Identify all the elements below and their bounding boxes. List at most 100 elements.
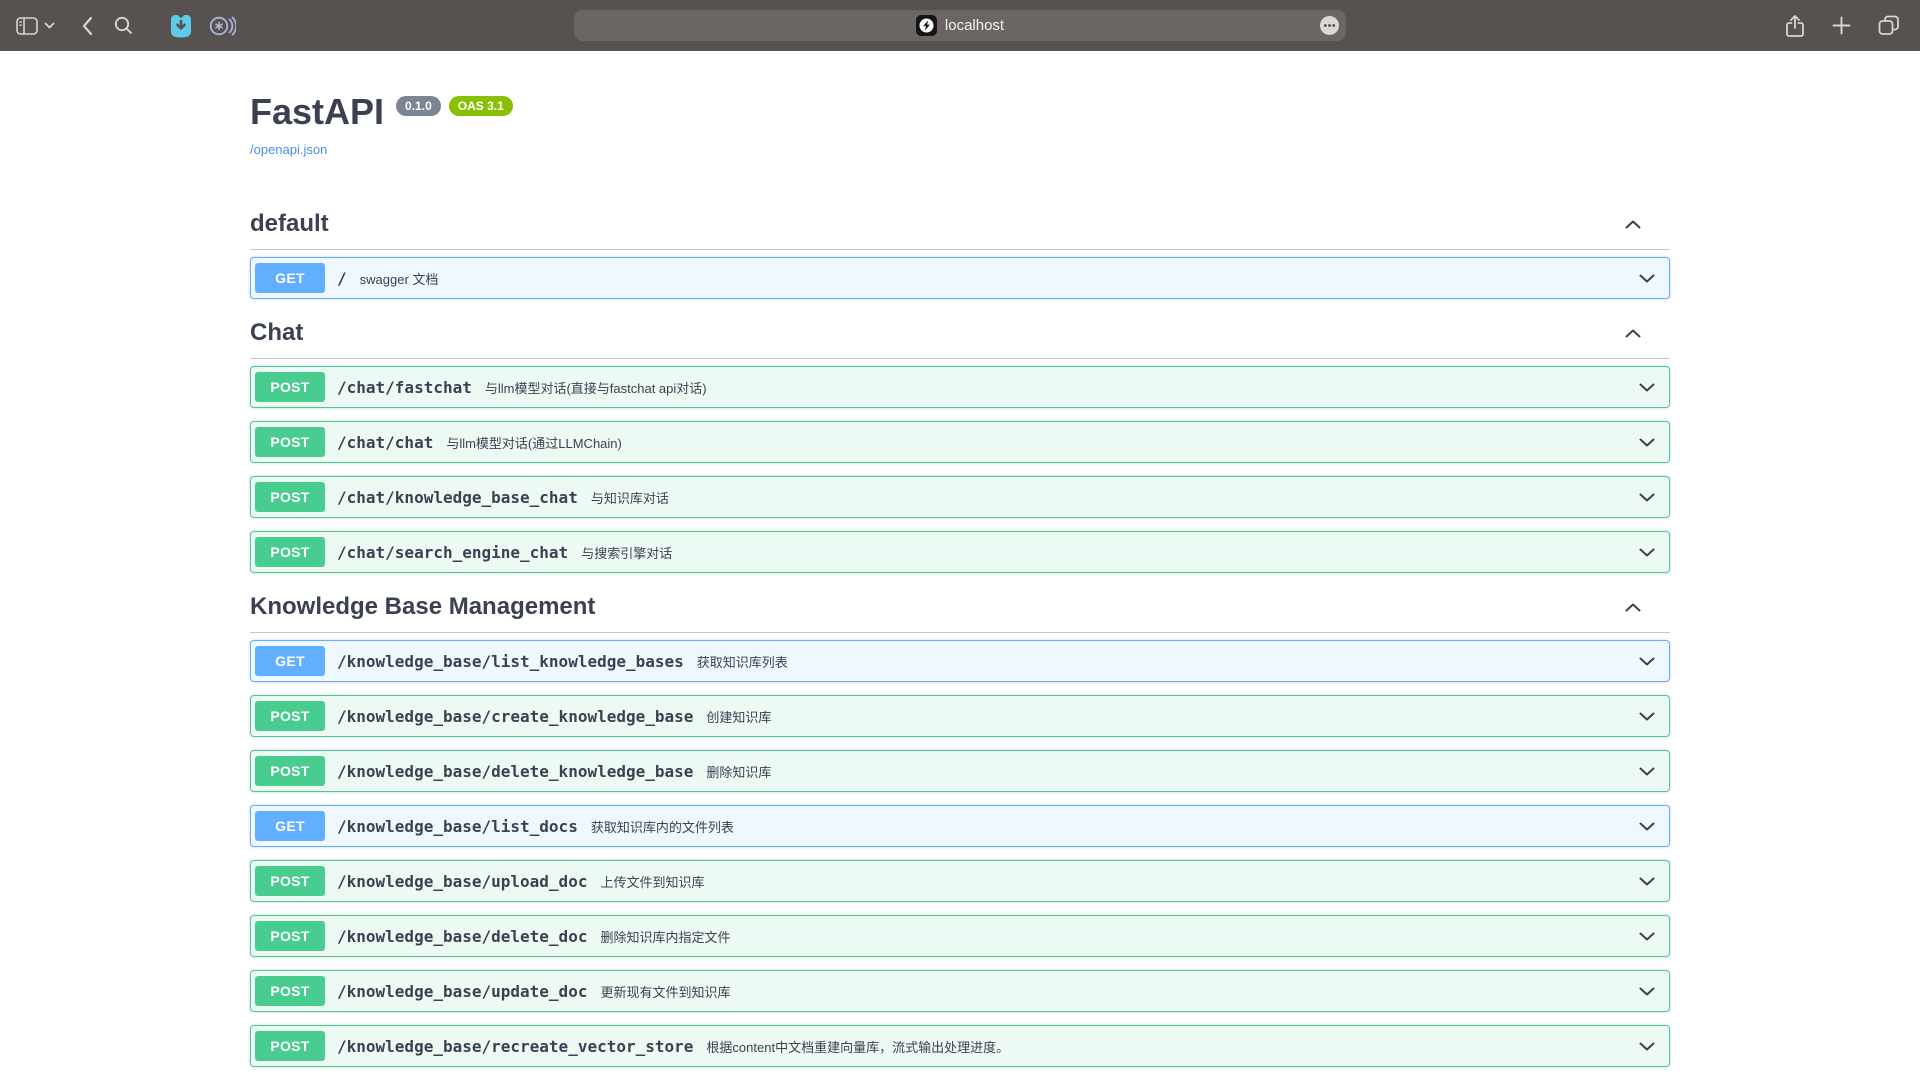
section-header-knowledge-base-management[interactable]: Knowledge Base Management [250,586,1670,633]
site-favicon [916,15,937,36]
chevron-down-icon [1639,987,1655,996]
url-text: localhost [945,17,1004,34]
chevron-down-icon [1639,493,1655,502]
page-title: FastAPI 0.1.0 OAS 3.1 [250,91,1670,133]
new-tab-button[interactable] [1828,12,1855,39]
chevron-up-icon [1625,329,1641,338]
share-button[interactable] [1781,10,1809,42]
api-section: default GET / swagger 文档 [250,203,1670,299]
endpoint-row[interactable]: GET /knowledge_base/list_docs 获取知识库内的文件列… [250,805,1670,847]
endpoint-summary: 与llm模型对话(直接与fastchat api对话) [485,378,707,397]
method-badge: POST [255,537,325,567]
search-icon [114,16,133,35]
address-bar[interactable]: localhost [574,10,1346,41]
endpoint-path: /knowledge_base/delete_knowledge_base [337,762,693,781]
toolbar-right-group [1781,0,1904,51]
method-badge: POST [255,427,325,457]
endpoint-summary: 删除知识库内指定文件 [600,927,730,946]
method-badge: POST [255,482,325,512]
api-title-text: FastAPI [250,91,384,133]
section-endpoints: GET /knowledge_base/list_knowledge_bases… [250,633,1670,1067]
sidebar-toggle-icon [16,17,38,35]
section-header-chat[interactable]: Chat [250,312,1670,359]
endpoint-summary: 与搜索引擎对话 [581,543,672,562]
endpoint-row[interactable]: POST /chat/chat 与llm模型对话(通过LLMChain) [250,421,1670,463]
endpoint-path: /knowledge_base/list_knowledge_bases [337,652,684,671]
endpoint-path: /knowledge_base/recreate_vector_store [337,1037,693,1056]
section-endpoints: GET / swagger 文档 [250,250,1670,299]
oas-badge: OAS 3.1 [449,96,513,116]
tab-overview-icon [1878,15,1900,36]
endpoint-summary: 创建知识库 [706,707,771,726]
search-button[interactable] [110,12,137,39]
endpoint-path: /chat/chat [337,433,433,452]
endpoint-row[interactable]: POST /knowledge_base/upload_doc 上传文件到知识库 [250,860,1670,902]
api-section: Chat POST /chat/fastchat 与llm模型对话(直接与fas… [250,312,1670,573]
openapi-spec-link[interactable]: /openapi.json [250,142,327,157]
endpoint-path: /knowledge_base/create_knowledge_base [337,707,693,726]
method-badge: POST [255,921,325,951]
method-badge: GET [255,811,325,841]
endpoint-summary: 更新现有文件到知识库 [600,982,730,1001]
page-menu-button[interactable] [1320,16,1339,38]
section-title: default [250,209,329,239]
toolbar-left-group [12,0,240,51]
page-menu-ellipsis-icon [1320,16,1339,35]
endpoint-summary: 与知识库对话 [591,488,669,507]
endpoint-summary: 与llm模型对话(通过LLMChain) [446,433,622,452]
chevron-down-icon [1639,657,1655,666]
section-title: Chat [250,318,303,348]
endpoint-row[interactable]: POST /knowledge_base/recreate_vector_sto… [250,1025,1670,1067]
api-sections: default GET / swagger 文档 Chat POST /chat… [250,203,1670,1067]
endpoint-summary: 获取知识库列表 [697,652,788,671]
method-badge: POST [255,701,325,731]
api-section: Knowledge Base Management GET /knowledge… [250,586,1670,1067]
cyan-extension-button[interactable] [165,9,197,42]
endpoint-path: /chat/knowledge_base_chat [337,488,578,507]
section-title: Knowledge Base Management [250,592,595,622]
endpoint-summary: 根据content中文档重建向量库，流式输出处理进度。 [706,1037,1009,1056]
endpoint-row[interactable]: POST /knowledge_base/create_knowledge_ba… [250,695,1670,737]
chevron-down-icon [44,22,55,29]
endpoint-row[interactable]: POST /chat/knowledge_base_chat 与知识库对话 [250,476,1670,518]
tab-overview-button[interactable] [1874,11,1904,40]
endpoint-path: /knowledge_base/update_doc [337,982,587,1001]
api-info: FastAPI 0.1.0 OAS 3.1 /openapi.json [250,51,1670,159]
endpoint-path: /knowledge_base/upload_doc [337,872,587,891]
endpoint-path: /chat/fastchat [337,378,472,397]
endpoint-path: /chat/search_engine_chat [337,543,568,562]
chevron-down-icon [1639,548,1655,557]
endpoint-row[interactable]: POST /chat/search_engine_chat 与搜索引擎对话 [250,531,1670,573]
endpoint-row[interactable]: POST /knowledge_base/delete_knowledge_ba… [250,750,1670,792]
chevron-down-icon [1639,822,1655,831]
circles-extension-button[interactable] [205,10,240,42]
endpoint-row[interactable]: POST /knowledge_base/update_doc 更新现有文件到知… [250,970,1670,1012]
version-badge: 0.1.0 [396,96,441,116]
chevron-down-icon [1639,383,1655,392]
share-icon [1785,14,1805,38]
endpoint-path: / [337,269,347,288]
section-endpoints: POST /chat/fastchat 与llm模型对话(直接与fastchat… [250,359,1670,573]
method-badge: GET [255,646,325,676]
browser-toolbar: localhost [0,0,1920,51]
endpoint-path: /knowledge_base/list_docs [337,817,578,836]
chevron-down-icon [1639,438,1655,447]
endpoint-summary: 获取知识库内的文件列表 [591,817,734,836]
chevron-up-icon [1625,220,1641,229]
endpoint-row[interactable]: POST /knowledge_base/delete_doc 删除知识库内指定… [250,915,1670,957]
section-header-default[interactable]: default [250,203,1670,250]
method-badge: POST [255,756,325,786]
endpoint-row[interactable]: GET /knowledge_base/list_knowledge_bases… [250,640,1670,682]
chevron-down-icon [1639,1042,1655,1051]
chevron-down-icon [1639,877,1655,886]
back-button[interactable] [77,12,97,40]
method-badge: POST [255,1031,325,1061]
endpoint-summary: swagger 文档 [360,269,439,288]
sidebar-toggle-button[interactable] [12,13,59,39]
new-tab-icon [1832,16,1851,35]
chevron-down-icon [1639,767,1655,776]
chevron-down-icon [1639,932,1655,941]
endpoint-row[interactable]: POST /chat/fastchat 与llm模型对话(直接与fastchat… [250,366,1670,408]
endpoint-row[interactable]: GET / swagger 文档 [250,257,1670,299]
circles-extension-icon [209,14,236,38]
